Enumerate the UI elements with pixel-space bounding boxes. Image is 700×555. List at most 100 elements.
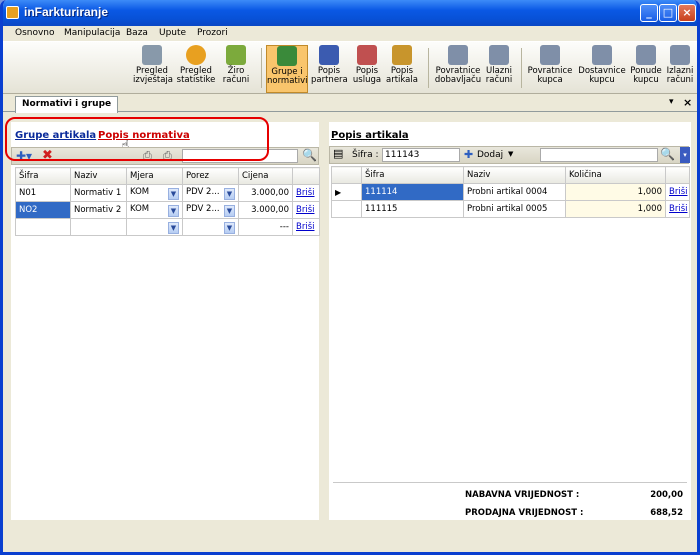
- ribbon-popis-usluga[interactable]: Popis usluga: [351, 45, 383, 93]
- close-button[interactable]: ×: [678, 4, 696, 22]
- ribbon-grupe-i-normativi[interactable]: Grupe i normativi: [266, 45, 308, 93]
- nabavna-value: 200,00: [650, 490, 683, 500]
- cell-porez[interactable]: PDV 2... ▼: [182, 201, 239, 219]
- list-icon[interactable]: ▤: [333, 147, 343, 160]
- delete-link[interactable]: Briši: [669, 204, 687, 214]
- cell-sifra[interactable]: 111114: [361, 183, 464, 201]
- col-cijena[interactable]: Cijena: [238, 167, 293, 185]
- ribbon-izlazni-racuni[interactable]: Izlazni računi: [665, 45, 695, 93]
- delete-link[interactable]: Briši: [669, 187, 687, 197]
- dropdown-icon[interactable]: ▼: [168, 204, 179, 217]
- maximize-button[interactable]: □: [659, 4, 677, 22]
- ribbon-popis-partnera[interactable]: Popis partnera: [311, 45, 348, 93]
- cell-cijena[interactable]: 3.000,00: [238, 201, 293, 219]
- report-icon: [142, 45, 162, 65]
- table-row[interactable]: ▶ 111114 Probni artikal 0004 1,000 Briši: [331, 183, 690, 201]
- dropdown-icon[interactable]: ▼: [224, 204, 235, 217]
- add-icon: ✚: [464, 148, 474, 161]
- row-indicator: [331, 200, 362, 218]
- col-naziv[interactable]: Naziv: [70, 167, 127, 185]
- cell-sifra[interactable]: N01: [15, 184, 71, 202]
- dropdown-icon[interactable]: ▼: [224, 187, 235, 200]
- col-mjera[interactable]: Mjera: [126, 167, 183, 185]
- menu-osnovno[interactable]: Osnovno: [15, 28, 55, 38]
- annotation-highlight: [5, 117, 269, 161]
- dropdown-icon[interactable]: ▼: [168, 221, 179, 234]
- normativi-table: Šifra Naziv Mjera Porez Cijena N01 Norma…: [15, 167, 320, 236]
- cell-mjera[interactable]: ▼: [126, 218, 183, 236]
- cell-sifra[interactable]: [15, 218, 71, 236]
- row-indicator-icon: ▶: [331, 183, 362, 201]
- artikli-panel: Popis artikala ▤ Šifra : 111143 ✚ Dodaj …: [329, 122, 691, 520]
- table-row[interactable]: NO2 Normativ 2 KOM ▼ PDV 2... ▼ 3.000,00 B…: [15, 201, 320, 219]
- ribbon-separator: [428, 48, 429, 88]
- cell-naziv[interactable]: [70, 218, 127, 236]
- ribbon-povratnice-kupca[interactable]: Povratnice kupca: [527, 45, 573, 93]
- ribbon-separator: [261, 48, 262, 88]
- ribbon-dostavnice-kupcu[interactable]: Dostavnice kupcu: [577, 45, 627, 93]
- tab-close-icon[interactable]: ×: [683, 96, 692, 109]
- cell-porez[interactable]: ▼: [182, 218, 239, 236]
- cell-sifra[interactable]: 111115: [361, 200, 464, 218]
- bank-account-icon: [226, 45, 246, 65]
- tab-normativi-i-grupe[interactable]: Normativi i grupe: [15, 96, 119, 113]
- table-row[interactable]: N01 Normativ 1 KOM ▼ PDV 2... ▼ 3.000,00 B…: [15, 184, 320, 202]
- cell-naziv[interactable]: Probni artikal 0004: [463, 183, 566, 201]
- ribbon-separator: [521, 48, 522, 88]
- ribbon-ziro-racuni[interactable]: Žiro računi: [221, 45, 251, 93]
- col-action: [292, 167, 320, 185]
- menu-manipulacija[interactable]: Manipulacija: [64, 28, 120, 38]
- cell-mjera[interactable]: KOM ▼: [126, 184, 183, 202]
- col-sifra[interactable]: Šifra: [361, 166, 464, 184]
- ribbon-ulazni-racuni[interactable]: Ulazni računi: [485, 45, 513, 93]
- search-icon[interactable]: 🔍: [302, 148, 317, 162]
- delete-link[interactable]: Briši: [296, 205, 314, 215]
- cell-naziv[interactable]: Normativ 2: [70, 201, 127, 219]
- delete-link[interactable]: Briši: [296, 222, 314, 232]
- sifra-input[interactable]: 111143: [382, 148, 460, 162]
- cell-kolicina[interactable]: 1,000: [565, 183, 666, 201]
- dropdown-icon[interactable]: ▼: [168, 187, 179, 200]
- ribbon-ponude-kupcu[interactable]: Ponude kupcu: [629, 45, 663, 93]
- cell-cijena[interactable]: 3.000,00: [238, 184, 293, 202]
- col-porez[interactable]: Porez: [182, 167, 239, 185]
- cell-action[interactable]: Briši: [292, 201, 320, 219]
- ribbon-pregled-izvjestaja[interactable]: Pregled izvještaja: [133, 45, 173, 93]
- ribbon-pregled-statistike[interactable]: Pregled statistike: [175, 45, 217, 93]
- ribbon-povratnice-dobavljacu[interactable]: Povratnice dobavljaču: [433, 45, 483, 93]
- nabavna-label: NABAVNA VRIJEDNOST :: [465, 490, 580, 500]
- cell-action[interactable]: Briši: [292, 184, 320, 202]
- truck-icon: [670, 45, 690, 65]
- cell-mjera[interactable]: KOM ▼: [126, 201, 183, 219]
- cell-action[interactable]: Briši: [665, 183, 690, 201]
- col-naziv[interactable]: Naziv: [463, 166, 566, 184]
- cell-porez[interactable]: PDV 2... ▼: [182, 184, 239, 202]
- artikli-search-input[interactable]: [540, 148, 658, 162]
- minimize-button[interactable]: _: [640, 4, 658, 22]
- cell-action[interactable]: Briši: [292, 218, 320, 236]
- menu-prozori[interactable]: Prozori: [197, 28, 228, 38]
- menu-baza[interactable]: Baza: [126, 28, 148, 38]
- search-icon[interactable]: 🔍: [660, 147, 675, 161]
- cell-cijena[interactable]: ---: [238, 218, 293, 236]
- menu-upute[interactable]: Upute: [159, 28, 186, 38]
- cell-naziv[interactable]: Probni artikal 0005: [463, 200, 566, 218]
- cell-kolicina[interactable]: 1,000: [565, 200, 666, 218]
- ribbon-toolbar: Pregled izvještaja Pregled statistike Ži…: [3, 42, 697, 94]
- tab-dropdown-icon[interactable]: ▾: [669, 97, 674, 107]
- chevron-down-icon[interactable]: ▼: [508, 150, 513, 158]
- col-kolicina[interactable]: Količina: [565, 166, 666, 184]
- cell-action[interactable]: Briši: [665, 200, 690, 218]
- cell-naziv[interactable]: Normativ 1: [70, 184, 127, 202]
- ribbon-popis-artikala[interactable]: Popis artikala: [386, 45, 418, 93]
- col-sifra[interactable]: Šifra: [15, 167, 71, 185]
- cell-sifra[interactable]: NO2: [15, 201, 71, 219]
- dropdown-icon[interactable]: ▼: [224, 221, 235, 234]
- new-row[interactable]: ▼ ▼ --- Briši: [15, 218, 320, 236]
- dodaj-button[interactable]: Dodaj: [477, 150, 503, 160]
- chevron-down-icon[interactable]: ▾: [680, 147, 690, 163]
- popis-artikala-title: Popis artikala: [331, 130, 409, 141]
- table-row[interactable]: 111115 Probni artikal 0005 1,000 Briši: [331, 200, 690, 218]
- tab-strip: Normativi i grupe ▾ ×: [3, 95, 697, 113]
- delete-link[interactable]: Briši: [296, 188, 314, 198]
